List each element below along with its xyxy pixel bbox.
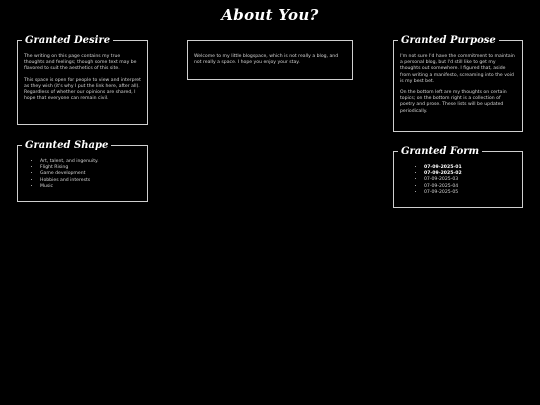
purpose-panel: Granted Purpose I'm not sure I'd have th… xyxy=(393,35,523,132)
desire-panel: Granted Desire The writing on this page … xyxy=(17,35,148,125)
desire-paragraph-2: This space is open for people to view an… xyxy=(24,77,141,102)
shape-list: Art, talent, and ingenuity. Flight Risin… xyxy=(24,159,141,190)
form-link-2[interactable]: 07-09-2025-03 xyxy=(424,177,458,182)
shape-panel: Granted Shape Art, talent, and ingenuity… xyxy=(17,140,148,202)
shape-link-4[interactable]: Music xyxy=(40,184,53,189)
list-item[interactable]: Music xyxy=(40,184,141,190)
shape-link-0[interactable]: Art, talent, and ingenuity. xyxy=(40,159,99,164)
form-panel: Granted Form 07-09-2025-01 07-09-2025-02… xyxy=(393,146,523,208)
shape-link-1[interactable]: Flight Rising xyxy=(40,165,68,170)
page-title: About You? xyxy=(221,6,319,24)
welcome-text: Welcome to my little blogspace, which is… xyxy=(194,54,339,66)
form-link-0[interactable]: 07-09-2025-01 xyxy=(424,165,462,170)
purpose-paragraph-1: I'm not sure I'd have the commitment to … xyxy=(400,54,515,84)
shape-link-3[interactable]: Hobbies and interests xyxy=(40,178,90,183)
form-list: 07-09-2025-01 07-09-2025-02 07-09-2025-0… xyxy=(400,165,516,196)
desire-title: Granted Desire xyxy=(22,35,114,47)
form-link-1[interactable]: 07-09-2025-02 xyxy=(424,171,462,176)
desire-paragraph-1: The writing on this page contains my tru… xyxy=(24,54,137,72)
form-link-4[interactable]: 07-09-2025-05 xyxy=(424,190,458,195)
purpose-paragraph-2: On the bottom left are my thoughts on ce… xyxy=(400,90,507,114)
shape-link-2[interactable]: Game development xyxy=(40,171,85,176)
purpose-title: Granted Purpose xyxy=(398,35,499,47)
form-link-3[interactable]: 07-09-2025-04 xyxy=(424,184,458,189)
list-item[interactable]: 07-09-2025-05 xyxy=(424,190,516,196)
welcome-panel: Welcome to my little blogspace, which is… xyxy=(187,40,353,80)
